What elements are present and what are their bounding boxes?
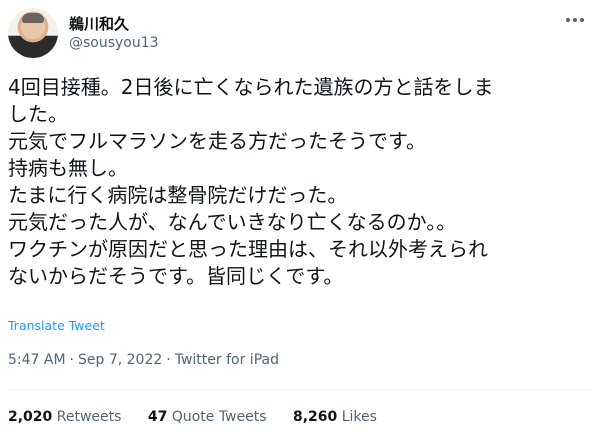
quotes-label: Quote Tweets [171, 409, 267, 425]
tweet-line: 元気でフルマラソンを走る方だったそうです。 [8, 129, 426, 153]
likes-count: 8,260 [292, 409, 338, 425]
tweet-meta: 5:47 AM · Sep 7, 2022 · Twitter for iPad [8, 352, 279, 368]
retweets-stat[interactable]: 2,020 Retweets [8, 409, 121, 425]
tweet-line: ないからだそうです。皆同じくです。 [8, 264, 344, 288]
retweets-label: Retweets [56, 409, 122, 425]
quote-tweets-stat[interactable]: 47 Quote Tweets [148, 409, 267, 425]
tweet-line: した。 [8, 102, 68, 126]
divider [8, 389, 592, 390]
likes-stat[interactable]: 8,260 Likes [293, 409, 377, 425]
tweet-date[interactable]: Sep 7, 2022 [78, 352, 162, 368]
avatar[interactable] [8, 8, 58, 58]
tweet-time[interactable]: 5:47 AM [8, 352, 66, 368]
tweet-source[interactable]: Twitter for iPad [175, 352, 279, 368]
tweet-line: ワクチンが原因だと思った理由は、それ以外考えられ [8, 237, 488, 261]
translate-tweet-link[interactable]: Translate Tweet [8, 318, 105, 333]
author-handle[interactable]: @sousyou13 [69, 35, 159, 51]
likes-label: Likes [341, 409, 377, 425]
tweet-header: 鵜川和久 @sousyou13 [8, 6, 592, 62]
retweets-count: 2,020 [8, 409, 53, 425]
author-name[interactable]: 鵜川和久 [69, 13, 129, 34]
tweet-line: 4回目接種。2日後に亡くなられた遺族の方と話をしま [8, 75, 494, 99]
more-options-icon[interactable] [560, 8, 590, 32]
tweet-line: 持病も無し。 [8, 156, 128, 180]
avatar-hair [22, 13, 44, 23]
tweet-line: たまに行く病院は整骨院だけだった。 [8, 183, 348, 207]
meta-separator: · [69, 352, 74, 368]
meta-separator: · [166, 352, 171, 368]
tweet-text: 4回目接種。2日後に亡くなられた遺族の方と話をしま した。 元気でフルマラソンを… [8, 74, 594, 290]
quotes-count: 47 [147, 409, 168, 425]
tweet-stats: 2,020 Retweets 47 Quote Tweets 8,260 Lik… [8, 409, 399, 425]
tweet-line: 元気だった人が、なんでいきなり亡くなるのか。。 [8, 210, 457, 234]
